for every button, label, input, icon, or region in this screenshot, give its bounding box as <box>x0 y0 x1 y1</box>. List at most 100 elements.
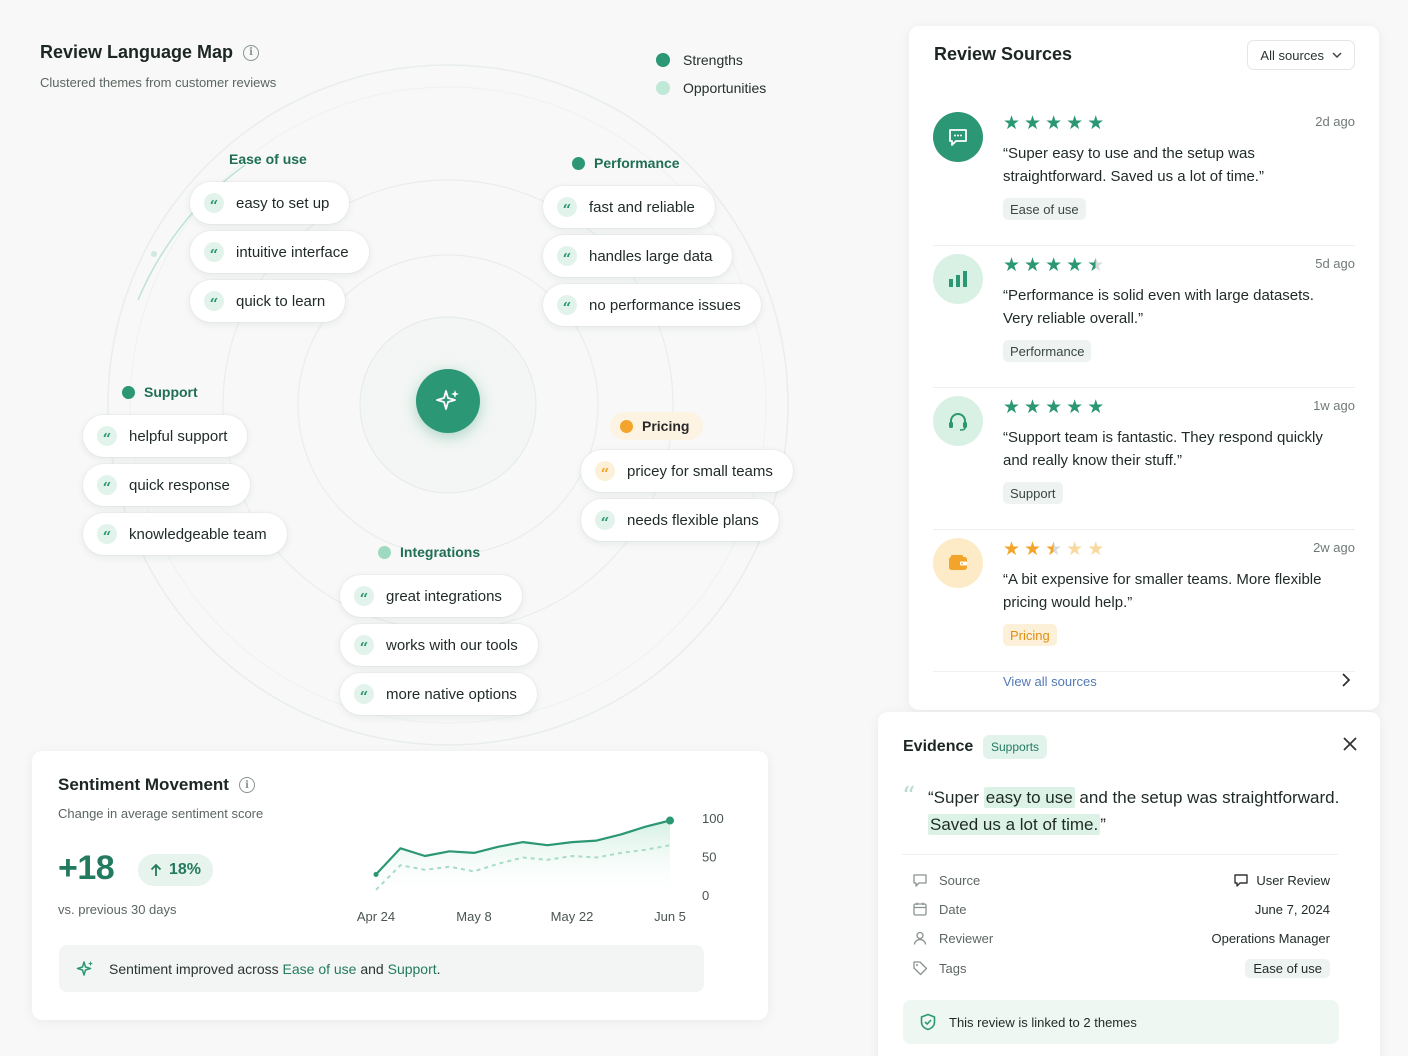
insight-link-ease-of-use[interactable]: Ease of use <box>283 961 357 977</box>
star-icon: ★ <box>1045 255 1063 276</box>
theme-pill[interactable]: “ easy to set up <box>190 182 350 224</box>
chevron-down-icon <box>1332 52 1342 58</box>
theme-pill[interactable]: “ quick to learn <box>190 280 346 322</box>
quote-icon: “ <box>557 295 577 315</box>
theme-pill[interactable]: “ needs flexible plans <box>581 499 779 541</box>
x-tick-label: May 22 <box>551 909 594 924</box>
theme-text: knowledgeable team <box>129 525 267 543</box>
cluster-dot <box>620 419 633 433</box>
theme-pill[interactable]: “ quick response <box>83 464 250 506</box>
chat-icon <box>913 874 927 887</box>
y-tick-label: 0 <box>702 888 709 903</box>
star-icon: ★ <box>1087 113 1105 134</box>
quote-icon: “ <box>354 635 374 655</box>
review-tag[interactable]: Pricing <box>1003 624 1057 646</box>
theme-text: helpful support <box>129 427 228 445</box>
cluster-label-performance[interactable]: Performance <box>572 155 680 171</box>
wallet-icon <box>933 538 983 588</box>
meta-row-date: Date June 7, 2024 <box>912 898 1330 920</box>
meta-value[interactable]: Ease of use <box>1245 958 1330 978</box>
sources-filter-select[interactable]: All sources <box>1247 40 1355 70</box>
sentiment-subtitle: Change in average sentiment score <box>58 806 264 821</box>
theme-text: quick response <box>129 476 230 494</box>
cluster-label-text: Support <box>144 384 198 400</box>
quote-icon: “ <box>204 193 224 213</box>
sentiment-card: Sentiment Movement i Change in average s… <box>32 751 768 1020</box>
theme-pill[interactable]: “ pricey for small teams <box>581 450 793 492</box>
meta-key: Source <box>939 872 981 888</box>
meta-key: Reviewer <box>939 930 994 946</box>
star-icon: ★ <box>1024 397 1042 418</box>
star-rating: ★ ★ ★ ★ ★ <box>1003 114 1104 133</box>
review-item[interactable]: ★ ★ ★ ★ ★ 2w ago “A bit expensive for smalle… <box>933 530 1355 672</box>
theme-text: works with our tools <box>386 636 518 654</box>
sentiment-title-text: Sentiment Movement <box>58 775 229 794</box>
star-icon: ★ <box>1066 255 1084 276</box>
calendar-icon <box>913 902 927 916</box>
star-icon: ★ <box>1045 539 1063 560</box>
review-text: “Super easy to use and the setup was str… <box>1003 145 1264 185</box>
bar-chart-icon <box>933 254 983 304</box>
review-item[interactable]: ★ ★ ★ ★ ★ 1w ago “Support team is fantastic.… <box>933 388 1355 530</box>
chevron-right-icon[interactable] <box>1341 672 1351 688</box>
review-text: “A bit expensive for smaller teams. More… <box>1003 571 1322 611</box>
review-tag[interactable]: Support <box>1003 482 1063 504</box>
data-point-end[interactable] <box>666 816 674 825</box>
theme-pill[interactable]: “ helpful support <box>83 415 248 457</box>
sources-title: Review Sources <box>934 44 1073 64</box>
sentiment-title: Sentiment Movement i <box>58 775 255 795</box>
insight-conj: and <box>356 960 388 977</box>
divider <box>902 854 1338 855</box>
sources-filter-value: All sources <box>1260 47 1324 63</box>
star-rating: ★ ★ ★ ★ ★ <box>1003 256 1104 275</box>
evidence-title: Evidence <box>903 738 974 755</box>
sentiment-percent: 18% <box>169 861 202 878</box>
view-all-sources-link[interactable]: View all sources <box>1003 674 1097 689</box>
tag-icon <box>913 961 928 976</box>
y-tick-label: 50 <box>702 850 716 865</box>
theme-pill[interactable]: “ no performance issues <box>543 284 761 326</box>
review-item[interactable]: ★ ★ ★ ★ ★ 5d ago “Performance is solid even … <box>933 246 1355 388</box>
star-icon: ★ <box>1066 539 1084 560</box>
headset-icon <box>933 396 983 446</box>
center-hub[interactable] <box>416 369 480 433</box>
info-icon[interactable]: i <box>238 777 255 793</box>
cluster-label-ease-of-use[interactable]: Ease of use <box>229 151 307 167</box>
review-tag[interactable]: Performance <box>1003 340 1092 362</box>
sentiment-line-chart: 0 50 100 Apr 24 May 8 May 22 Jun 5 <box>357 811 724 924</box>
review-item[interactable]: ★ ★ ★ ★ ★ 2d ago “Super easy to use and the … <box>933 104 1355 246</box>
meta-row-reviewer: Reviewer Operations Manager <box>912 927 1330 949</box>
review-text: “Support team is fantastic. They respond… <box>1003 429 1323 469</box>
cluster-label-integrations[interactable]: Integrations <box>378 544 480 560</box>
meta-row-tags: Tags Ease of use <box>912 957 1330 979</box>
cluster-label-pricing[interactable]: Pricing <box>610 412 704 440</box>
cluster-label-text: Performance <box>594 155 680 171</box>
theme-pill[interactable]: “ knowledgeable team <box>83 513 287 555</box>
quote-icon: “ <box>97 475 117 495</box>
theme-pill[interactable]: “ works with our tools <box>340 624 538 666</box>
insight-prefix: Sentiment improved across <box>109 960 283 977</box>
theme-text: intuitive interface <box>236 243 349 261</box>
star-rating: ★ ★ ★ ★ ★ <box>1003 540 1104 559</box>
quote-text: “Super <box>928 788 984 807</box>
theme-pill[interactable]: “ fast and reliable <box>543 186 715 228</box>
review-time: 2w ago <box>1313 540 1355 555</box>
star-icon: ★ <box>1003 255 1021 276</box>
star-rating: ★ ★ ★ ★ ★ <box>1003 398 1104 417</box>
cluster-label-text: Pricing <box>642 418 690 434</box>
x-tick-label: May 8 <box>456 909 491 924</box>
quote-text: and the setup was straightforward. <box>1074 788 1340 807</box>
theme-pill[interactable]: “ handles large data <box>543 235 733 277</box>
insight-link-support[interactable]: Support <box>388 961 437 977</box>
quote-icon: “ <box>595 510 615 530</box>
cluster-label-support[interactable]: Support <box>122 384 198 400</box>
chat-icon <box>933 112 983 162</box>
close-icon[interactable] <box>1342 736 1358 752</box>
theme-pill[interactable]: “ great integrations <box>340 575 522 617</box>
review-time: 2d ago <box>1315 114 1355 129</box>
review-tag[interactable]: Ease of use <box>1003 198 1086 220</box>
theme-pill[interactable]: “ intuitive interface <box>190 231 369 273</box>
theme-pill[interactable]: “ more native options <box>340 673 537 715</box>
quote-icon: “ <box>557 246 577 266</box>
insight-suffix: . <box>436 960 441 977</box>
